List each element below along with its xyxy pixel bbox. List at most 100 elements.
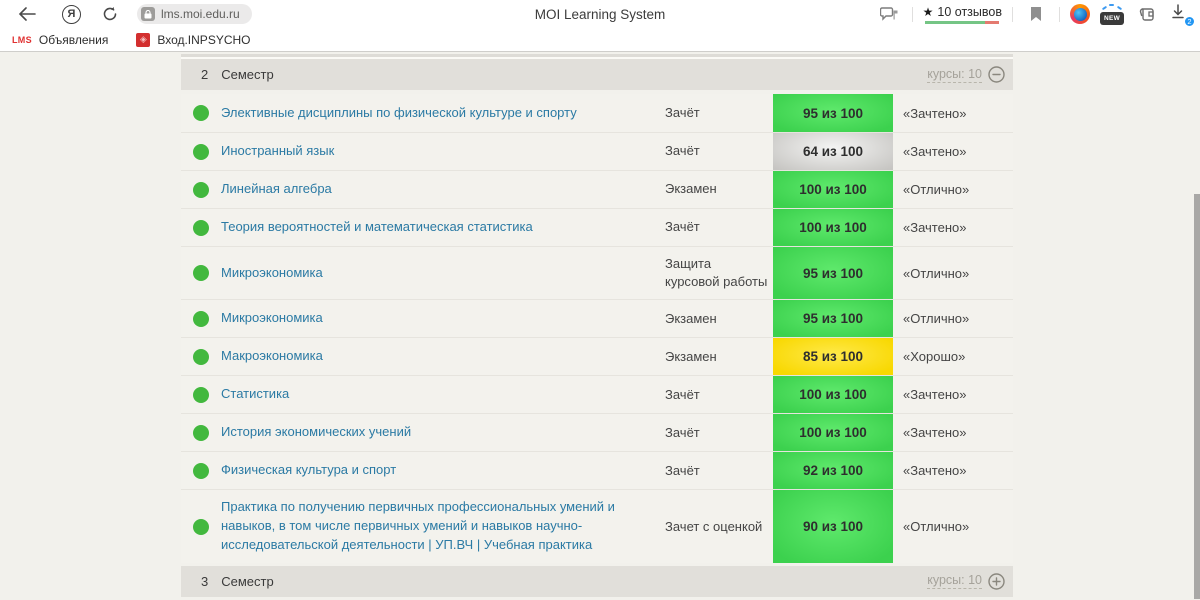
bookmark-flag-icon [1031, 7, 1041, 21]
courses-count-link[interactable]: курсы: 10 [927, 67, 982, 83]
course-cell: Иностранный язык [221, 133, 661, 170]
course-cell: Микроэкономика [221, 300, 661, 337]
row-status-cell [181, 300, 221, 337]
course-status-dot-icon [193, 462, 209, 479]
course-cell: История экономических учений [221, 414, 661, 451]
site-reviews-button[interactable]: ★ 10 отзывов [923, 5, 1002, 24]
course-cell: Микроэкономика [221, 247, 661, 299]
courses-count-link[interactable]: курсы: 10 [927, 573, 982, 590]
row-status-cell [181, 133, 221, 170]
extension-browser-icon[interactable] [1070, 4, 1090, 24]
table-row: Практика по получению первичных професси… [181, 489, 1013, 563]
score-badge: 95 из 100 [773, 300, 893, 338]
vertical-scrollbar-thumb[interactable] [1194, 194, 1200, 599]
page-viewport: 2 Семестр курсы: 10 Элективные дисциплин… [0, 52, 1200, 599]
bookmark-this-page-button[interactable] [1023, 2, 1049, 26]
exam-type: Экзамен [665, 310, 717, 326]
course-cell: Элективные дисциплины по физической куль… [221, 94, 661, 132]
toolbar-divider [1059, 6, 1060, 22]
grade-text: «Отлично» [903, 519, 970, 535]
table-row: Физическая культура и спорт Зачёт 92 из 10… [181, 451, 1013, 490]
toolbar-divider [911, 6, 913, 22]
grade-text: «Зачтено» [903, 463, 967, 479]
exam-type: Зачёт [665, 424, 700, 440]
exam-type: Зачёт [665, 143, 700, 159]
star-icon: ★ [922, 4, 934, 19]
address-bar[interactable]: lms.moi.edu.ru [137, 4, 252, 24]
course-link[interactable]: Линейная алгебра [221, 180, 332, 199]
toolbar-divider [1012, 6, 1013, 22]
row-status-cell [181, 171, 221, 208]
course-cell: Линейная алгебра [221, 171, 661, 208]
table-row: Элективные дисциплины по физической куль… [181, 94, 1013, 132]
downloads-button[interactable]: 2 [1170, 3, 1195, 27]
collapse-section-icon[interactable] [988, 66, 1005, 83]
feedback-button[interactable] [876, 2, 902, 26]
course-link[interactable]: Макроэкономика [221, 347, 323, 366]
score-cell: 85 из 100 [773, 338, 893, 376]
yandex-home-button[interactable]: Я [62, 4, 81, 24]
grade-text: «Отлично» [903, 265, 970, 281]
course-status-dot-icon [193, 518, 209, 535]
score-badge: 100 из 100 [773, 171, 893, 208]
grade-text: «Зачтено» [903, 144, 967, 159]
course-link[interactable]: Микроэкономика [221, 264, 323, 283]
grade-text: «Хорошо» [903, 349, 966, 365]
course-link[interactable]: Практика по получению первичных професси… [221, 498, 643, 555]
ssl-lock-icon[interactable] [141, 7, 155, 21]
refresh-icon [103, 7, 117, 21]
grade-text: «Зачтено» [903, 220, 967, 235]
feedback-chat-icon [879, 7, 898, 21]
score-cell: 95 из 100 [773, 94, 893, 132]
score-cell: 100 из 100 [773, 414, 893, 452]
table-row: Линейная алгебра Экзамен 100 из 100 «Отличн… [181, 170, 1013, 208]
course-link[interactable]: Иностранный язык [221, 142, 334, 161]
course-link[interactable]: Статистика [221, 385, 289, 404]
course-status-dot-icon [193, 310, 209, 327]
grades-table-body: Элективные дисциплины по физической куль… [181, 94, 1013, 563]
row-status-cell [181, 209, 221, 246]
row-status-cell [181, 490, 221, 563]
score-badge: 64 из 100 [773, 133, 893, 170]
score-cell: 100 из 100 [773, 209, 893, 246]
score-badge: 95 из 100 [773, 94, 893, 132]
score-cell: 92 из 100 [773, 452, 893, 490]
semester-number: 3 [201, 573, 209, 589]
table-row: Микроэкономика Экзамен 95 из 100 «Отлично» [181, 299, 1013, 338]
course-link[interactable]: Физическая культура и спорт [221, 461, 396, 480]
bookmark-label: Объявления [38, 32, 109, 47]
course-link[interactable]: Теория вероятностей и математическая ста… [221, 218, 533, 237]
exam-type: Зачёт [665, 104, 700, 120]
score-badge: 92 из 100 [773, 452, 893, 490]
expand-section-icon[interactable] [988, 573, 1005, 590]
bookmark-item-announcements[interactable]: LMS Объявления [12, 33, 108, 47]
reviews-rating-bar [925, 20, 1000, 24]
table-row: История экономических учений Зачёт 100 из … [181, 413, 1013, 452]
refresh-button[interactable] [97, 2, 123, 26]
score-badge: 85 из 100 [773, 338, 893, 376]
bookmark-item-inpsycho[interactable]: ◈ Вход.INPSYCHO [136, 32, 251, 47]
back-button[interactable] [14, 2, 40, 26]
course-link[interactable]: Элективные дисциплины по физической куль… [221, 104, 577, 123]
semester-title: Семестр [221, 67, 274, 82]
exam-type: Зачёт [665, 219, 700, 235]
bookmarks-bar: LMS Объявления ◈ Вход.INPSYCHO [0, 28, 1200, 52]
table-row: Микроэкономика Защита курсовой работы 95 и… [181, 246, 1013, 300]
course-link[interactable]: Микроэкономика [221, 309, 323, 328]
course-cell: Статистика [221, 376, 661, 413]
course-link[interactable]: История экономических учений [221, 423, 411, 442]
tabs-panel-icon [1139, 8, 1154, 21]
exam-type: Зачёт [665, 386, 700, 402]
inpsycho-favicon: ◈ [136, 32, 151, 47]
extension-new-icon[interactable]: NEW [1100, 3, 1124, 25]
course-status-dot-icon [193, 143, 209, 160]
side-panel-button[interactable] [1134, 2, 1160, 26]
grade-text: «Зачтено» [903, 105, 967, 121]
course-status-dot-icon [193, 348, 209, 365]
semester-2-header: 2 Семестр курсы: 10 [181, 59, 1013, 90]
row-status-cell [181, 414, 221, 451]
semester-number: 2 [201, 67, 209, 82]
bookmark-label: Вход.INPSYCHO [157, 32, 251, 47]
score-cell: 95 из 100 [773, 247, 893, 300]
course-status-dot-icon [193, 265, 209, 282]
